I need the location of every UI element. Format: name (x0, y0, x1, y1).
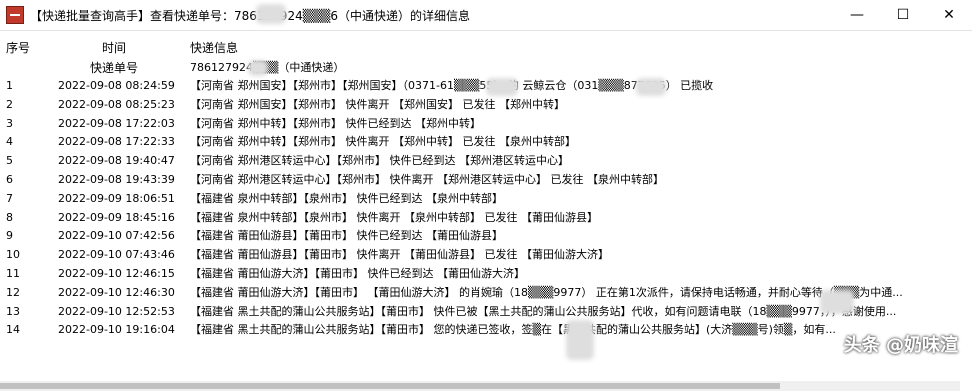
table-row[interactable]: 7 2022-09-09 18:06:51 【福建省 泉州中转部】【泉州市】 快件已… (0, 190, 972, 209)
table-row[interactable]: 4 2022-09-08 17:22:33 【河南省 郑州中转】【郑州市】 快件离开… (0, 133, 972, 152)
row-number: 9 (6, 229, 13, 243)
row-info: 【福建省 莆田仙游县】【莆田市】 快件离开 【莆田仙游县】 已发往 【莆田仙游大… (190, 248, 609, 262)
row-number: 1 (6, 79, 13, 92)
row-number: 2 (6, 97, 13, 111)
row-number: 4 (6, 135, 13, 149)
row-number: 14 (6, 323, 20, 337)
table-row[interactable]: 9 2022-09-10 07:42:56 【福建省 莆田仙游县】【莆田市】 快件已… (0, 227, 972, 246)
row-info: 【河南省 郑州中转】【郑州市】 快件已经到达 【郑州中转】 (190, 116, 481, 130)
redaction-blur (820, 290, 854, 314)
tracking-number-label: 快递单号 (90, 61, 139, 75)
table-row[interactable]: 11 2022-09-10 12:46:15 【福建省 莆田仙游大济】【莆田市】 快… (0, 265, 972, 284)
row-time: 2022-09-09 18:45:16 (58, 210, 175, 224)
row-number: 13 (6, 304, 20, 318)
row-number: 10 (6, 248, 20, 262)
table-row[interactable]: 10 2022-09-10 07:43:46 【福建省 莆田仙游县】【莆田市】 快件… (0, 246, 972, 265)
redaction-blur (486, 78, 518, 96)
row-time: 2022-09-10 19:16:04 (58, 323, 175, 337)
row-time: 2022-09-08 19:43:39 (58, 172, 175, 186)
row-number: 5 (6, 154, 13, 168)
row-time: 2022-09-08 08:24:59 (58, 79, 175, 92)
table-row[interactable]: 5 2022-09-08 19:40:47 【河南省 郑州港区转运中心】【郑州市】 … (0, 152, 972, 171)
row-time: 2022-09-09 18:06:51 (58, 191, 175, 205)
row-info: 【河南省 郑州港区转运中心】【郑州市】 快件离开 【郑州港区转运中心】 已发往 … (190, 172, 664, 186)
row-info: 【福建省 莆田仙游县】【莆田市】 快件已经到达 【莆田仙游县】 (190, 229, 503, 243)
window-controls: — ☐ ✕ (834, 0, 972, 30)
row-info: 【福建省 莆田仙游大济】【莆田市】 快件已经到达 【莆田仙游大济】 (190, 266, 525, 280)
minimize-button[interactable]: — (834, 0, 880, 30)
row-info: 【福建省 莆田仙游大济】【莆田市】 【莆田仙游大济】 的肖婉瑜（18▒▒▒997… (190, 285, 903, 299)
row-number: 7 (6, 191, 13, 205)
row-time: 2022-09-10 12:46:30 (58, 285, 175, 299)
row-number: 3 (6, 116, 13, 130)
row-info: 【河南省 郑州国安】【郑州市】【郑州国安】（0371-61▒▒▒55） 的 云鲸… (190, 79, 714, 92)
row-time: 2022-09-10 12:46:15 (58, 266, 175, 280)
row-number: 11 (6, 266, 20, 280)
row-info: 【福建省 泉州中转部】【泉州市】 快件离开 【泉州中转部】 已发往 【莆田仙游县… (190, 210, 598, 224)
table-row[interactable]: 8 2022-09-09 18:45:16 【福建省 泉州中转部】【泉州市】 快件离… (0, 209, 972, 228)
row-number: 6 (6, 172, 13, 186)
row-info: 【福建省 黑土共配的蒲山公共服务站】【莆田市】 快件已被【黑土共配的蒲山公共服务… (190, 304, 897, 318)
row-info: 【河南省 郑州国安】【郑州市】 快件离开 【郑州国安】 已发往 【郑州中转】 (190, 97, 565, 111)
maximize-button[interactable]: ☐ (880, 0, 926, 30)
redaction-blur (248, 60, 268, 76)
row-number: 8 (6, 210, 13, 224)
table-row[interactable]: 2 2022-09-08 08:25:23 【河南省 郑州国安】【郑州市】 快件离开… (0, 96, 972, 115)
app-icon (6, 6, 24, 24)
table-row[interactable]: 6 2022-09-08 19:43:39 【河南省 郑州港区转运中心】【郑州市】 … (0, 171, 972, 190)
header-no: 序号 (6, 41, 31, 55)
row-time: 2022-09-10 07:42:56 (58, 229, 175, 243)
horizontal-scrollbar[interactable] (0, 381, 960, 391)
table-row[interactable]: 14 2022-09-10 19:16:04 【福建省 黑土共配的蒲山公共服务站】【… (0, 321, 972, 340)
table-header: 序号 时间 快递信息 快递单号 786127924▒▒▒（中通快递） (0, 35, 972, 75)
window-title: 【快递批量查询高手】查看快递单号：786127924▒▒▒6（中通快递）的详细信… (30, 8, 471, 23)
row-time: 2022-09-10 12:52:53 (58, 304, 175, 318)
row-time: 2022-09-10 07:43:46 (58, 248, 175, 262)
table-row[interactable]: 3 2022-09-08 17:22:03 【河南省 郑州中转】【郑州市】 快件已经… (0, 115, 972, 134)
scrollbar-thumb[interactable] (0, 383, 780, 389)
redaction-blur (566, 320, 594, 360)
row-info: 【福建省 泉州中转部】【泉州市】 快件已经到达 【泉州中转部】 (190, 191, 503, 205)
row-info: 【河南省 郑州港区转运中心】【郑州市】 快件已经到达 【郑州港区转运中心】 (190, 154, 569, 168)
redaction-blur (256, 4, 286, 24)
close-button[interactable]: ✕ (926, 0, 972, 30)
row-info: 【河南省 郑州中转】【郑州市】 快件离开 【郑州中转】 已发往 【泉州中转部】 (190, 135, 576, 149)
row-time: 2022-09-08 19:40:47 (58, 154, 175, 168)
header-time: 时间 (102, 41, 127, 55)
title-bar: 【快递批量查询高手】查看快递单号：786127924▒▒▒6（中通快递）的详细信… (0, 0, 972, 30)
row-time: 2022-09-08 08:25:23 (58, 97, 175, 111)
redaction-blur (636, 78, 666, 96)
watermark: 头条 @奶味渲 (843, 335, 958, 356)
row-number: 12 (6, 285, 20, 299)
row-time: 2022-09-08 17:22:03 (58, 116, 175, 130)
row-info: 【福建省 黑土共配的蒲山公共服务站】【莆田市】 您的快递已签收，签▒在【黑土共配… (190, 323, 836, 337)
header-info: 快递信息 (190, 41, 239, 55)
row-time: 2022-09-08 17:22:33 (58, 135, 175, 149)
